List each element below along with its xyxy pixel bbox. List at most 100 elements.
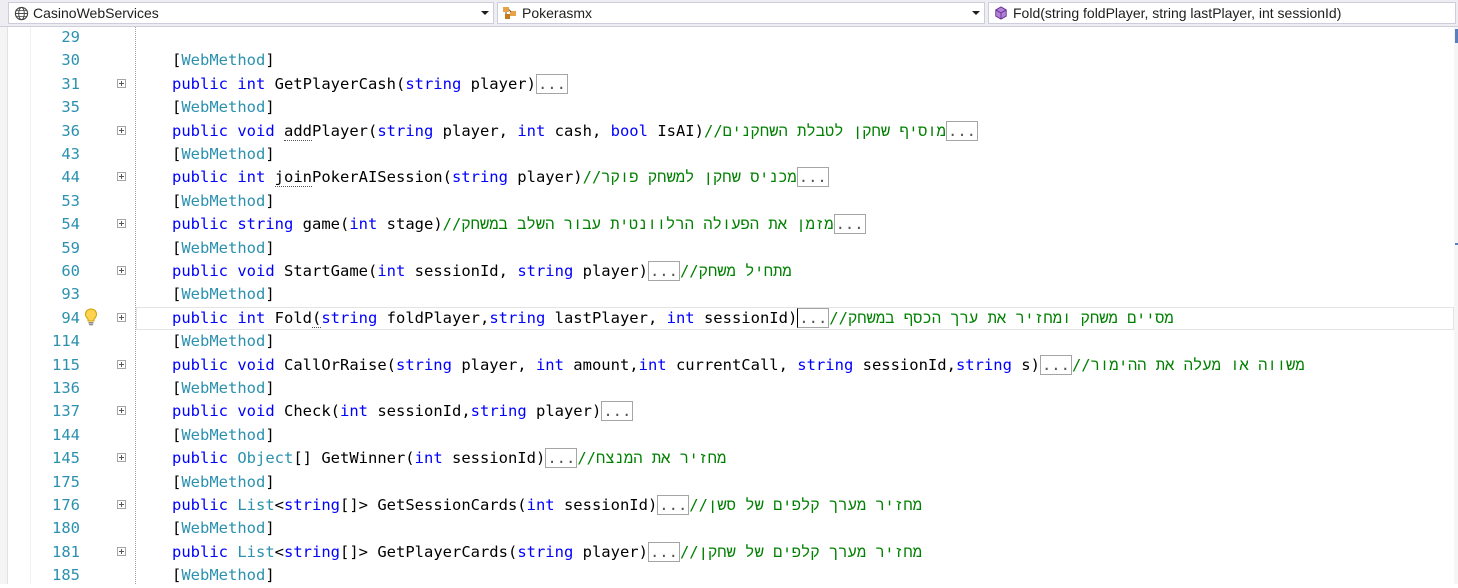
code-token: ]	[265, 379, 275, 397]
code-line[interactable]: 44 public int joinPokerAISession(string p…	[0, 166, 1454, 189]
code-text[interactable]: public Object[] GetWinner(int sessionId)…	[172, 447, 726, 470]
code-text[interactable]: public List<string[]> GetSessionCards(in…	[172, 494, 922, 517]
code-line[interactable]: 136 [WebMethod]	[0, 377, 1454, 400]
code-text[interactable]: [WebMethod]	[172, 49, 275, 72]
lightbulb-icon[interactable]	[84, 308, 98, 332]
code-text[interactable]: [WebMethod]	[172, 424, 275, 447]
code-line[interactable]: 60 public void StartGame(int sessionId, s…	[0, 260, 1454, 283]
code-token: void	[237, 402, 284, 421]
code-text[interactable]: [WebMethod]	[172, 377, 275, 400]
code-line[interactable]: 114 [WebMethod]	[0, 330, 1454, 353]
code-token: StartGame(	[284, 262, 378, 280]
code-token: game(	[302, 215, 350, 234]
code-text[interactable]: public List<string[]> GetPlayerCards(str…	[172, 541, 922, 564]
code-line[interactable]: 181 public List<string[]> GetPlayerCards(…	[0, 541, 1454, 564]
expand-icon[interactable]	[117, 500, 126, 509]
code-line[interactable]: 185 [WebMethod]	[0, 564, 1454, 587]
code-line[interactable]: 180 [WebMethod]	[0, 517, 1454, 540]
class-dropdown[interactable]: Pokerasmx	[497, 2, 985, 24]
code-token: WebMethod	[181, 98, 266, 117]
code-editor[interactable]: 29 30 [WebMethod] 31 public int GetPlayerCas…	[0, 27, 1458, 584]
chevron-down-icon[interactable]	[968, 3, 984, 23]
code-text[interactable]: [WebMethod]	[172, 283, 275, 306]
expand-icon[interactable]	[117, 125, 126, 135]
code-text[interactable]: [WebMethod]	[172, 517, 275, 540]
expand-icon[interactable]	[117, 406, 126, 416]
expand-icon[interactable]	[117, 172, 126, 182]
collapsed-region-marker[interactable]: ...	[1039, 354, 1072, 375]
collapsed-region-marker[interactable]: ...	[796, 167, 829, 188]
code-token: [] GetWinner(	[293, 449, 415, 468]
collapsed-region-marker[interactable]: ...	[647, 261, 680, 281]
collapsed-region-marker[interactable]: ...	[535, 73, 568, 94]
expand-icon[interactable]	[117, 78, 126, 88]
code-token: WebMethod	[181, 145, 266, 163]
code-line[interactable]: 29	[0, 26, 1454, 49]
chevron-down-icon[interactable]	[477, 3, 493, 23]
code-line[interactable]: 145 public Object[] GetWinner(int session…	[0, 447, 1454, 470]
code-text[interactable]: [WebMethod]	[172, 237, 275, 260]
code-text[interactable]: public void Check(int sessionId,string p…	[172, 400, 634, 423]
code-token: //מתחיל משחק	[679, 262, 792, 280]
code-text[interactable]: [WebMethod]	[172, 96, 275, 119]
code-token: void	[237, 355, 284, 374]
project-dropdown[interactable]: CasinoWebServices	[8, 2, 494, 24]
collapsed-region-marker[interactable]: ...	[945, 120, 978, 141]
line-number: 53	[61, 191, 80, 210]
code-token: WebMethod	[181, 425, 266, 444]
code-line[interactable]: 137 public void Check(int sessionId,strin…	[0, 400, 1454, 423]
code-token: int	[535, 355, 574, 374]
code-text[interactable]: [WebMethod]	[172, 143, 275, 166]
code-text[interactable]: [WebMethod]	[172, 471, 275, 494]
code-token: int	[414, 449, 452, 468]
code-text[interactable]: [WebMethod]	[172, 190, 275, 213]
code-text[interactable]: public void CallOrRaise(string player, i…	[172, 354, 1305, 377]
collapsed-region-marker[interactable]: ...	[797, 307, 830, 328]
code-text[interactable]: [WebMethod]	[172, 330, 275, 353]
collapsed-region-marker[interactable]: ...	[833, 214, 866, 235]
code-line[interactable]: 31 public int GetPlayerCash(string player…	[0, 73, 1454, 96]
code-token: string	[955, 355, 1022, 374]
collapsed-region-marker[interactable]: ...	[657, 495, 690, 515]
member-dropdown[interactable]: Fold(string foldPlayer, string lastPlaye…	[988, 2, 1456, 24]
collapsed-region-marker[interactable]: ...	[545, 448, 578, 469]
code-line[interactable]: 176 public List<string[]> GetSessionCards…	[0, 494, 1454, 517]
code-line[interactable]: 144 [WebMethod]	[0, 424, 1454, 447]
code-token: sessionId)	[451, 449, 546, 468]
code-line[interactable]: 43 [WebMethod]	[0, 143, 1454, 166]
code-token: [	[172, 379, 182, 397]
collapsed-region-marker[interactable]: ...	[601, 401, 634, 422]
line-number: 136	[52, 379, 80, 397]
expand-icon[interactable]	[117, 312, 126, 322]
code-line[interactable]: 115 public void CallOrRaise(string player…	[0, 354, 1454, 377]
code-token: string	[284, 496, 340, 514]
expand-icon[interactable]	[117, 219, 126, 229]
code-text[interactable]: public void addPlayer(string player, int…	[172, 120, 978, 143]
expand-icon[interactable]	[117, 359, 126, 369]
code-token: sessionId,	[377, 402, 471, 421]
line-number: 93	[61, 285, 80, 304]
code-line[interactable]: 93 [WebMethod]	[0, 283, 1454, 306]
expand-icon[interactable]	[117, 546, 126, 556]
code-line[interactable]: 175 [WebMethod]	[0, 471, 1454, 494]
code-line[interactable]: 35 [WebMethod]	[0, 96, 1454, 119]
vertical-scrollbar[interactable]	[1454, 27, 1458, 584]
collapsed-region-marker[interactable]: ...	[647, 541, 680, 562]
code-text[interactable]: public int joinPokerAISession(string pla…	[172, 166, 829, 189]
expand-icon[interactable]	[117, 266, 126, 275]
code-text[interactable]: public string game(int stage)//מזמן את ה…	[172, 213, 866, 236]
code-line[interactable]: 53 [WebMethod]	[0, 190, 1454, 213]
code-line[interactable]: 36 public void addPlayer(string player, i…	[0, 120, 1454, 143]
expand-icon[interactable]	[117, 453, 126, 463]
code-token: public	[172, 542, 238, 561]
code-token: //מחזיר את המנצח	[577, 449, 727, 468]
code-line[interactable]: 59 [WebMethod]	[0, 237, 1454, 260]
code-text[interactable]: public int GetPlayerCash(string player).…	[172, 73, 568, 96]
code-line[interactable]: 54 public string game(int stage)//מזמן את…	[0, 213, 1454, 236]
member-name: Fold(string foldPlayer, string lastPlaye…	[1013, 5, 1342, 21]
code-line[interactable]: 30 [WebMethod]	[0, 49, 1454, 72]
code-token: [	[172, 519, 182, 538]
code-text[interactable]: public int Fold(string foldPlayer,string…	[172, 307, 1174, 330]
code-text[interactable]: public void StartGame(int sessionId, str…	[172, 260, 792, 283]
code-line[interactable]: 94 public int Fold(string foldPlayer,stri…	[0, 307, 1454, 330]
